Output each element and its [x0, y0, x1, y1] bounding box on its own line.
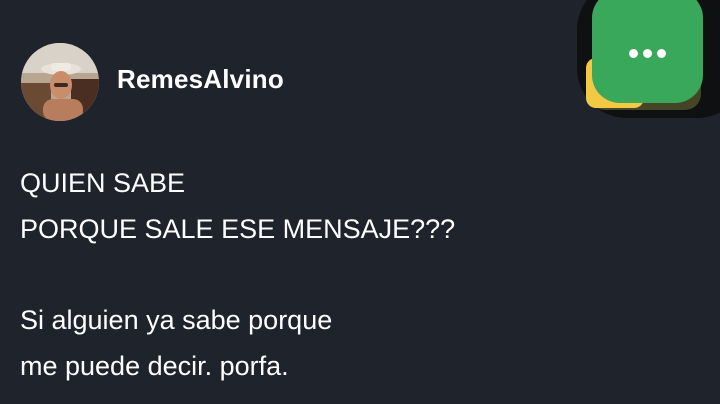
post: RemesAlvino QUIEN SABE PORQUE SALE ESE M…	[0, 0, 720, 404]
author-name[interactable]: RemesAlvino	[117, 64, 284, 95]
message-paragraph: QUIEN SABE PORQUE SALE ESE MENSAJE???	[20, 160, 620, 252]
more-dots-icon	[629, 49, 666, 58]
more-options-button[interactable]	[592, 0, 703, 103]
message-paragraph: Si alguien ya sabe porque me puede decir…	[20, 297, 620, 389]
avatar[interactable]	[21, 43, 99, 121]
message-line: QUIEN SABE	[20, 168, 186, 198]
message-line: PORQUE SALE ESE MENSAJE???	[20, 214, 456, 244]
message-line: Si alguien ya sabe porque	[20, 305, 333, 335]
message-line: me puede decir. porfa.	[20, 351, 289, 381]
